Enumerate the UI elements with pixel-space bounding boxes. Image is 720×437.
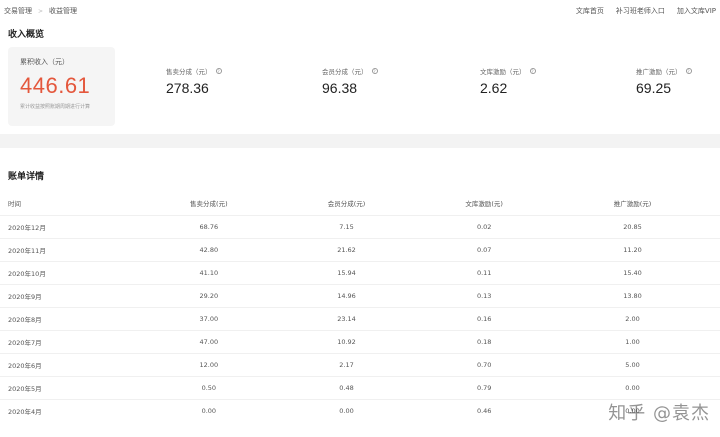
cell-time: 2020年7月 xyxy=(8,338,42,347)
col-time: 时间 xyxy=(8,200,21,209)
table-header-row: 时间 售卖分成(元) 会员分成(元) 文库激励(元) 推广激励(元) xyxy=(0,192,720,215)
help-icon[interactable]: ? xyxy=(371,68,378,74)
income-overview: 收入概览 累积收入（元） 446.61 累计收益按照账期周期进行计算 售卖分成（… xyxy=(0,20,720,134)
cell-wenku: 0.70 xyxy=(476,360,492,369)
table-row: 2020年5月 0.50 0.48 0.79 0.00 xyxy=(0,376,720,399)
total-income-card: 累积收入（元） 446.61 累计收益按照账期周期进行计算 xyxy=(8,47,115,126)
stat-member-share: 会员分成（元）? 96.38 xyxy=(322,66,378,96)
bill-details: 账单详情 时间 售卖分成(元) 会员分成(元) 文库激励(元) 推广激励(元) … xyxy=(0,148,720,437)
cell-promo: 15.40 xyxy=(623,268,642,277)
overview-title: 收入概览 xyxy=(8,30,45,40)
cell-wenku: 0.13 xyxy=(476,291,492,300)
bill-table: 时间 售卖分成(元) 会员分成(元) 文库激励(元) 推广激励(元) 2020年… xyxy=(0,192,720,422)
cell-time: 2020年9月 xyxy=(8,292,42,301)
link-join-vip[interactable]: 加入文库VIP xyxy=(677,6,716,16)
cell-time: 2020年11月 xyxy=(8,246,46,255)
cell-wenku: 0.07 xyxy=(476,245,492,254)
table-row: 2020年12月 68.76 7.15 0.02 20.85 xyxy=(0,215,720,238)
table-row: 2020年10月 41.10 15.94 0.11 15.40 xyxy=(0,261,720,284)
col-sales: 售卖分成(元) xyxy=(190,200,228,209)
total-income-value: 446.61 xyxy=(20,73,91,98)
top-links: 文库首页 补习班老师入口 加入文库VIP xyxy=(576,6,716,16)
cell-wenku: 0.79 xyxy=(476,383,492,392)
help-icon[interactable]: ? xyxy=(529,68,536,74)
table-row: 2020年6月 12.00 2.17 0.70 5.00 xyxy=(0,353,720,376)
cell-promo: 13.80 xyxy=(623,291,642,300)
cell-member: 21.62 xyxy=(337,245,356,254)
cell-sales: 47.00 xyxy=(199,337,219,346)
breadcrumb-item-trade[interactable]: 交易管理 xyxy=(4,6,32,16)
cell-sales: 41.10 xyxy=(199,268,219,277)
cell-member: 0.00 xyxy=(339,406,354,415)
cell-promo: 2.00 xyxy=(625,314,640,323)
stat-wenku-value: 2.62 xyxy=(480,80,508,96)
link-tutor-entry[interactable]: 补习班老师入口 xyxy=(616,6,665,16)
stat-sales-value: 278.36 xyxy=(166,80,209,96)
table-row: 2020年7月 47.00 10.92 0.18 1.00 xyxy=(0,330,720,353)
total-income-label: 累积收入（元） xyxy=(20,58,69,66)
cell-time: 2020年10月 xyxy=(8,269,46,278)
cell-time: 2020年5月 xyxy=(8,384,42,393)
cell-promo: 0.00 xyxy=(625,383,640,392)
cell-wenku: 0.16 xyxy=(476,314,492,323)
cell-member: 10.92 xyxy=(337,337,356,346)
total-income-note: 累计收益按照账期周期进行计算 xyxy=(20,104,91,110)
cell-promo: 20.85 xyxy=(623,222,642,231)
cell-time: 2020年6月 xyxy=(8,361,42,370)
cell-sales: 0.50 xyxy=(201,383,217,392)
stat-promo-value: 69.25 xyxy=(636,80,672,96)
help-icon[interactable]: ? xyxy=(215,68,222,74)
breadcrumb-separator: > xyxy=(38,7,44,15)
stat-member-value: 96.38 xyxy=(322,80,358,96)
cell-sales: 0.00 xyxy=(201,406,217,415)
col-promo: 推广激励(元) xyxy=(613,200,652,209)
cell-promo: 5.00 xyxy=(625,360,640,369)
cell-promo: 11.20 xyxy=(623,245,642,254)
cell-sales: 37.00 xyxy=(199,314,219,323)
cell-time: 2020年8月 xyxy=(8,315,42,324)
link-wenku-home[interactable]: 文库首页 xyxy=(576,6,604,16)
cell-promo: 1.00 xyxy=(625,337,640,346)
stat-sales-label: 售卖分成（元） xyxy=(166,68,212,76)
cell-time: 2020年4月 xyxy=(8,407,42,416)
cell-wenku: 0.02 xyxy=(476,222,492,231)
stat-sales-share: 售卖分成（元）? 278.36 xyxy=(166,66,222,96)
help-icon[interactable]: ? xyxy=(685,68,692,74)
cell-sales: 29.20 xyxy=(199,291,219,300)
cell-member: 14.96 xyxy=(337,291,356,300)
breadcrumb-item-income[interactable]: 收益管理 xyxy=(49,6,77,16)
cell-sales: 68.76 xyxy=(199,222,219,231)
breadcrumb: 交易管理 > 收益管理 xyxy=(4,6,77,16)
cell-member: 7.15 xyxy=(339,222,354,231)
stat-wenku-label: 文库激励（元） xyxy=(480,68,526,76)
stat-wenku-incentive: 文库激励（元）? 2.62 xyxy=(480,66,536,96)
stat-promo-label: 推广激励（元） xyxy=(636,68,682,76)
cell-time: 2020年12月 xyxy=(8,223,46,232)
cell-sales: 42.80 xyxy=(199,245,219,254)
cell-wenku: 0.46 xyxy=(476,406,492,415)
table-row: 2020年11月 42.80 21.62 0.07 11.20 xyxy=(0,238,720,261)
cell-member: 15.94 xyxy=(337,268,356,277)
zhihu-watermark: 知乎 @袁杰 xyxy=(608,403,710,424)
col-wenku: 文库激励(元) xyxy=(465,200,503,209)
table-row: 2020年9月 29.20 14.96 0.13 13.80 xyxy=(0,284,720,307)
cell-wenku: 0.11 xyxy=(476,268,492,277)
table-row: 2020年8月 37.00 23.14 0.16 2.00 xyxy=(0,307,720,330)
stat-member-label: 会员分成（元） xyxy=(322,68,368,76)
cell-member: 2.17 xyxy=(339,360,354,369)
cell-member: 0.48 xyxy=(339,383,354,392)
cell-member: 23.14 xyxy=(337,314,356,323)
details-title: 账单详情 xyxy=(8,172,45,182)
cell-wenku: 0.18 xyxy=(476,337,492,346)
stat-promo-incentive: 推广激励（元）? 69.25 xyxy=(636,66,692,96)
cell-sales: 12.00 xyxy=(199,360,219,369)
top-bar: 交易管理 > 收益管理 文库首页 补习班老师入口 加入文库VIP xyxy=(0,0,720,20)
col-member: 会员分成(元) xyxy=(327,200,366,209)
